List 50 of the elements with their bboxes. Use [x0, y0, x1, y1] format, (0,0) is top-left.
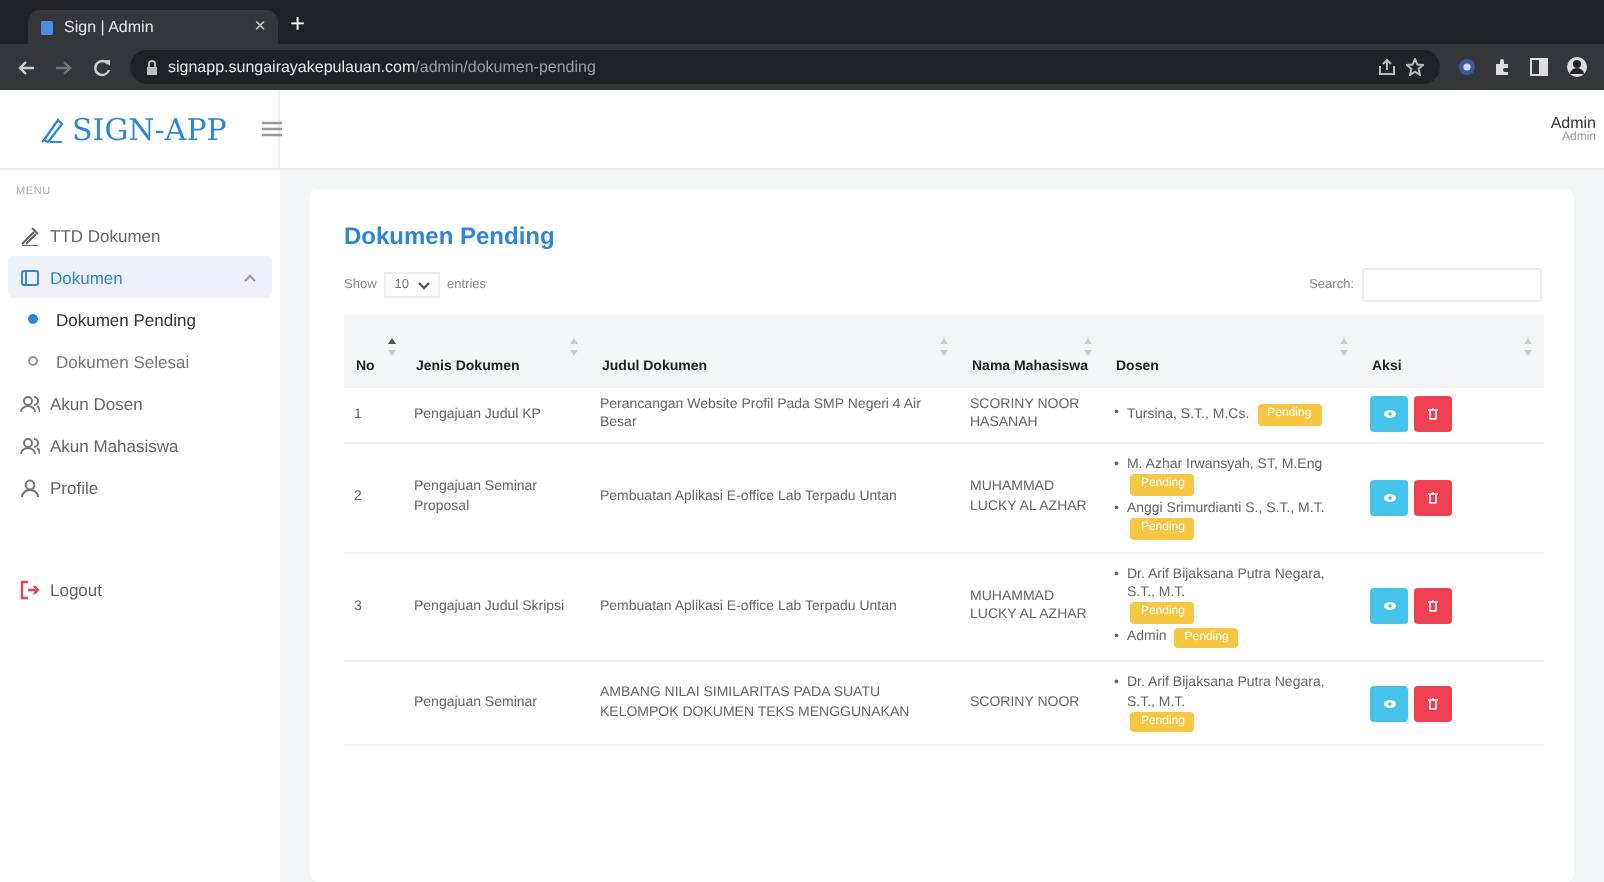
user-name[interactable]: Admin: [1550, 114, 1596, 132]
lock-icon: [146, 59, 158, 75]
view-button[interactable]: [1370, 588, 1408, 625]
trash-icon: [1428, 491, 1438, 504]
delete-button[interactable]: [1414, 479, 1452, 516]
address-bar[interactable]: signapp.sungairayakepulauan.com/admin/dokumen-pending: [130, 50, 1440, 84]
forward-icon[interactable]: [54, 57, 74, 77]
sidebar-item[interactable]: TTD Dokumen: [8, 214, 272, 256]
menu-icon[interactable]: [262, 120, 283, 138]
star-icon[interactable]: [1406, 58, 1424, 76]
eye-icon: [1383, 699, 1395, 708]
app-logo[interactable]: SIGN-APP: [72, 111, 227, 147]
sidebar-item[interactable]: Profile: [8, 466, 272, 508]
browser-tab[interactable]: Sign | Admin ×: [28, 10, 278, 44]
eye-icon: [1383, 602, 1395, 611]
sidebar-item[interactable]: Logout: [8, 568, 272, 610]
signature-icon: [20, 225, 40, 245]
book-icon: [20, 267, 40, 287]
users-icon: [20, 435, 40, 455]
delete-button[interactable]: [1414, 396, 1452, 433]
profile-icon[interactable]: [1566, 56, 1588, 78]
page-icon: [40, 19, 54, 35]
submenu-item[interactable]: Dokumen Pending: [8, 298, 272, 340]
trash-icon: [1428, 697, 1438, 710]
view-button[interactable]: [1370, 479, 1408, 516]
sidepanel-icon[interactable]: [1530, 58, 1548, 76]
eye-icon: [1383, 493, 1395, 502]
trash-icon: [1428, 600, 1438, 613]
eye-icon: [1383, 410, 1395, 419]
puzzle-icon[interactable]: [1494, 58, 1512, 76]
sidebar-item[interactable]: Akun Mahasiswa: [8, 424, 272, 466]
submenu-item[interactable]: Dokumen Selesai: [8, 340, 272, 382]
user-icon: [20, 477, 40, 497]
logout-icon: [20, 579, 40, 599]
users-icon: [20, 393, 40, 413]
page-title: Dokumen Pending: [344, 222, 557, 250]
reload-icon[interactable]: [92, 57, 112, 77]
share-icon[interactable]: [1378, 58, 1396, 76]
pen-icon: [40, 115, 64, 143]
close-tab-button[interactable]: ×: [254, 16, 266, 38]
sidebar-item[interactable]: Akun Dosen: [8, 382, 272, 424]
delete-button[interactable]: [1414, 588, 1452, 625]
view-button[interactable]: [1370, 685, 1408, 722]
trash-icon: [1428, 408, 1438, 421]
new-tab-button[interactable]: +: [290, 7, 306, 37]
view-button[interactable]: [1370, 396, 1408, 433]
extension-icon[interactable]: [1458, 58, 1476, 76]
delete-button[interactable]: [1414, 685, 1452, 722]
chevron-down-icon: [417, 281, 429, 289]
back-icon[interactable]: [16, 57, 36, 77]
